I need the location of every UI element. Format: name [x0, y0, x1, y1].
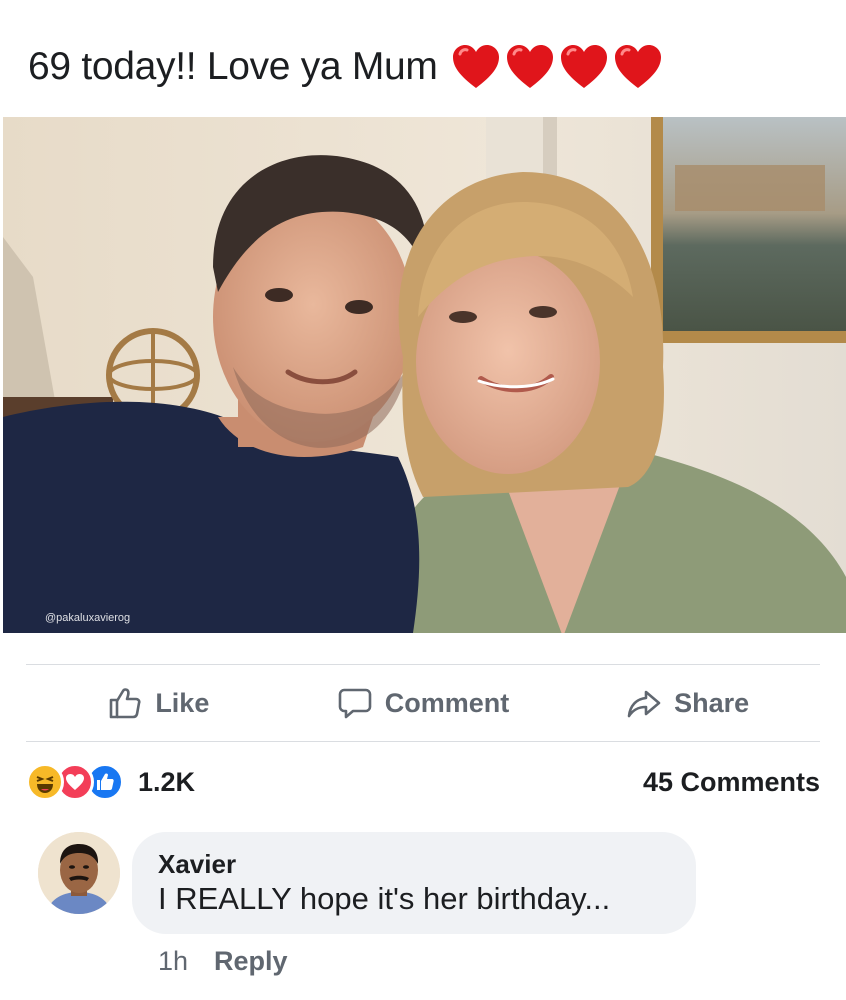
- post-text: 69 today!! Love ya Mum: [28, 45, 438, 88]
- avatar[interactable]: [38, 832, 120, 914]
- comment-label: Comment: [384, 687, 510, 718]
- thumbs-up-icon: [110, 688, 141, 719]
- comment-author[interactable]: Xavier: [158, 848, 670, 880]
- post-photo[interactable]: [3, 117, 846, 633]
- heart-emoji-icon: [452, 45, 499, 88]
- comments-count-link[interactable]: 45 Comments: [643, 767, 820, 798]
- reply-button[interactable]: Reply: [214, 946, 288, 977]
- like-button[interactable]: Like: [26, 685, 291, 721]
- reactions-summary[interactable]: 1.2K: [26, 763, 195, 801]
- divider-top: [26, 664, 820, 665]
- photo-watermark: @pakaluxavierog: [45, 612, 131, 624]
- share-label: Share: [674, 687, 750, 718]
- post-text-row: 69 today!! Love ya Mum: [28, 38, 664, 96]
- comment-button[interactable]: Comment: [291, 685, 556, 721]
- action-bar: Like Comment Share: [26, 666, 820, 740]
- selfie-illustration: [3, 117, 846, 633]
- reaction-stats: 1.2K 45 Comments: [26, 758, 820, 806]
- comment-bubble-icon: [338, 688, 372, 719]
- comment-time: 1h: [158, 946, 189, 976]
- heart-emoji-icon: [614, 45, 661, 88]
- heart-emoji-icon: [560, 45, 607, 88]
- comment-text: I REALLY hope it's her birthday...: [158, 881, 611, 916]
- comment-bubble: Xavier I REALLY hope it's her birthday..…: [132, 832, 696, 934]
- heart-emojis: [450, 42, 664, 92]
- divider-bottom: [26, 741, 820, 742]
- share-arrow-icon: [627, 690, 661, 718]
- reaction-count: 1.2K: [138, 766, 196, 797]
- share-button[interactable]: Share: [555, 685, 820, 721]
- like-label: Like: [155, 687, 210, 718]
- comment-item: Xavier I REALLY hope it's her birthday..…: [38, 832, 696, 934]
- comment-meta: 1h Reply: [158, 946, 288, 977]
- haha-reaction-icon: [26, 763, 64, 801]
- heart-emoji-icon: [506, 45, 553, 88]
